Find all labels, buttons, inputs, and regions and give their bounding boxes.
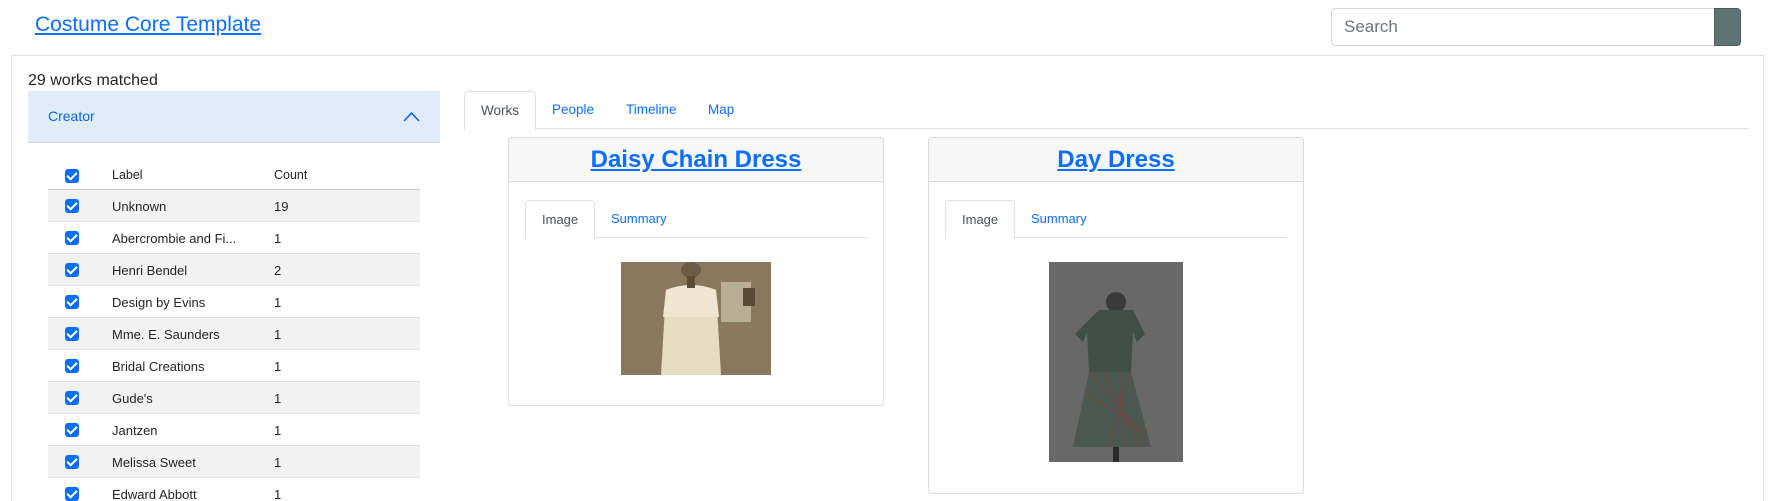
card-tabs: Image Summary	[525, 200, 867, 239]
table-row: Design by Evins 1	[48, 286, 420, 318]
creator-count: 2	[274, 263, 282, 278]
search-button[interactable]	[1714, 8, 1741, 46]
chevron-up-icon	[403, 111, 420, 122]
table-row: Mme. E. Saunders 1	[48, 318, 420, 350]
creator-label: Bridal Creations	[112, 359, 205, 374]
row-checkbox[interactable]	[65, 231, 79, 245]
facet-table-header: Label Count	[48, 160, 420, 190]
creator-label: Abercrombie and Fi...	[112, 231, 237, 246]
results-count: 29 works matched	[28, 72, 158, 89]
creator-facet-table: Label Count Unknown 19 Abercrombie and F…	[48, 160, 420, 501]
table-row: Jantzen 1	[48, 414, 420, 446]
row-checkbox[interactable]	[65, 359, 79, 373]
row-checkbox[interactable]	[65, 327, 79, 341]
creator-label: Design by Evins	[112, 295, 206, 310]
card-tabs: Image Summary	[945, 200, 1287, 239]
row-checkbox[interactable]	[65, 199, 79, 213]
tab-timeline[interactable]: Timeline	[610, 91, 693, 129]
column-header-count: Count	[274, 168, 308, 182]
work-card: Daisy Chain Dress Image Summary	[508, 137, 884, 406]
card-header: Day Dress	[929, 138, 1303, 182]
table-row: Henri Bendel 2	[48, 254, 420, 286]
creator-count: 1	[274, 327, 282, 342]
tab-image[interactable]: Image	[525, 200, 596, 239]
creator-count: 1	[274, 359, 282, 374]
creator-count: 19	[274, 199, 289, 214]
work-title-link[interactable]: Daisy Chain Dress	[591, 146, 802, 174]
creator-count: 1	[274, 487, 282, 501]
tab-image[interactable]: Image	[945, 200, 1016, 239]
row-checkbox[interactable]	[65, 455, 79, 469]
creator-count: 1	[274, 391, 282, 406]
creator-count: 1	[274, 231, 282, 246]
tab-map[interactable]: Map	[692, 91, 750, 129]
creator-label: Mme. E. Saunders	[112, 327, 220, 342]
creator-label: Jantzen	[112, 423, 158, 438]
tab-summary[interactable]: Summary	[1015, 200, 1103, 238]
select-all-checkbox[interactable]	[65, 169, 79, 183]
row-checkbox[interactable]	[65, 263, 79, 277]
creator-label: Gude's	[112, 391, 153, 406]
creator-label: Unknown	[112, 199, 167, 214]
row-checkbox[interactable]	[65, 295, 79, 309]
table-row: Unknown 19	[48, 190, 420, 222]
creator-count: 1	[274, 455, 282, 470]
table-row: Melissa Sweet 1	[48, 446, 420, 478]
facet-title: Creator	[48, 108, 95, 124]
card-header: Daisy Chain Dress	[509, 138, 883, 182]
tab-summary[interactable]: Summary	[595, 200, 683, 238]
results-tabs: Works People Timeline Map	[464, 91, 1749, 130]
creator-facet-header[interactable]: Creator	[28, 91, 440, 143]
dress-photo-icon	[1049, 262, 1183, 462]
creator-count: 1	[274, 423, 282, 438]
creator-count: 1	[274, 295, 282, 310]
tab-works[interactable]: Works	[464, 91, 537, 130]
creator-label: Henri Bendel	[112, 263, 188, 278]
table-row: Edward Abbott 1	[48, 478, 420, 501]
column-header-label: Label	[112, 168, 143, 182]
tab-people[interactable]: People	[536, 91, 610, 129]
table-row: Abercrombie and Fi... 1	[48, 222, 420, 254]
search-input[interactable]	[1331, 8, 1716, 46]
work-card: Day Dress Image Summary	[928, 137, 1304, 494]
row-checkbox[interactable]	[65, 423, 79, 437]
creator-label: Edward Abbott	[112, 487, 197, 501]
creator-label: Melissa Sweet	[112, 455, 196, 470]
dress-photo-icon	[621, 262, 771, 375]
table-row: Bridal Creations 1	[48, 350, 420, 382]
row-checkbox[interactable]	[65, 391, 79, 405]
site-title-link[interactable]: Costume Core Template	[35, 13, 261, 37]
work-title-link[interactable]: Day Dress	[1057, 146, 1174, 174]
row-checkbox[interactable]	[65, 487, 79, 501]
table-row: Gude's 1	[48, 382, 420, 414]
